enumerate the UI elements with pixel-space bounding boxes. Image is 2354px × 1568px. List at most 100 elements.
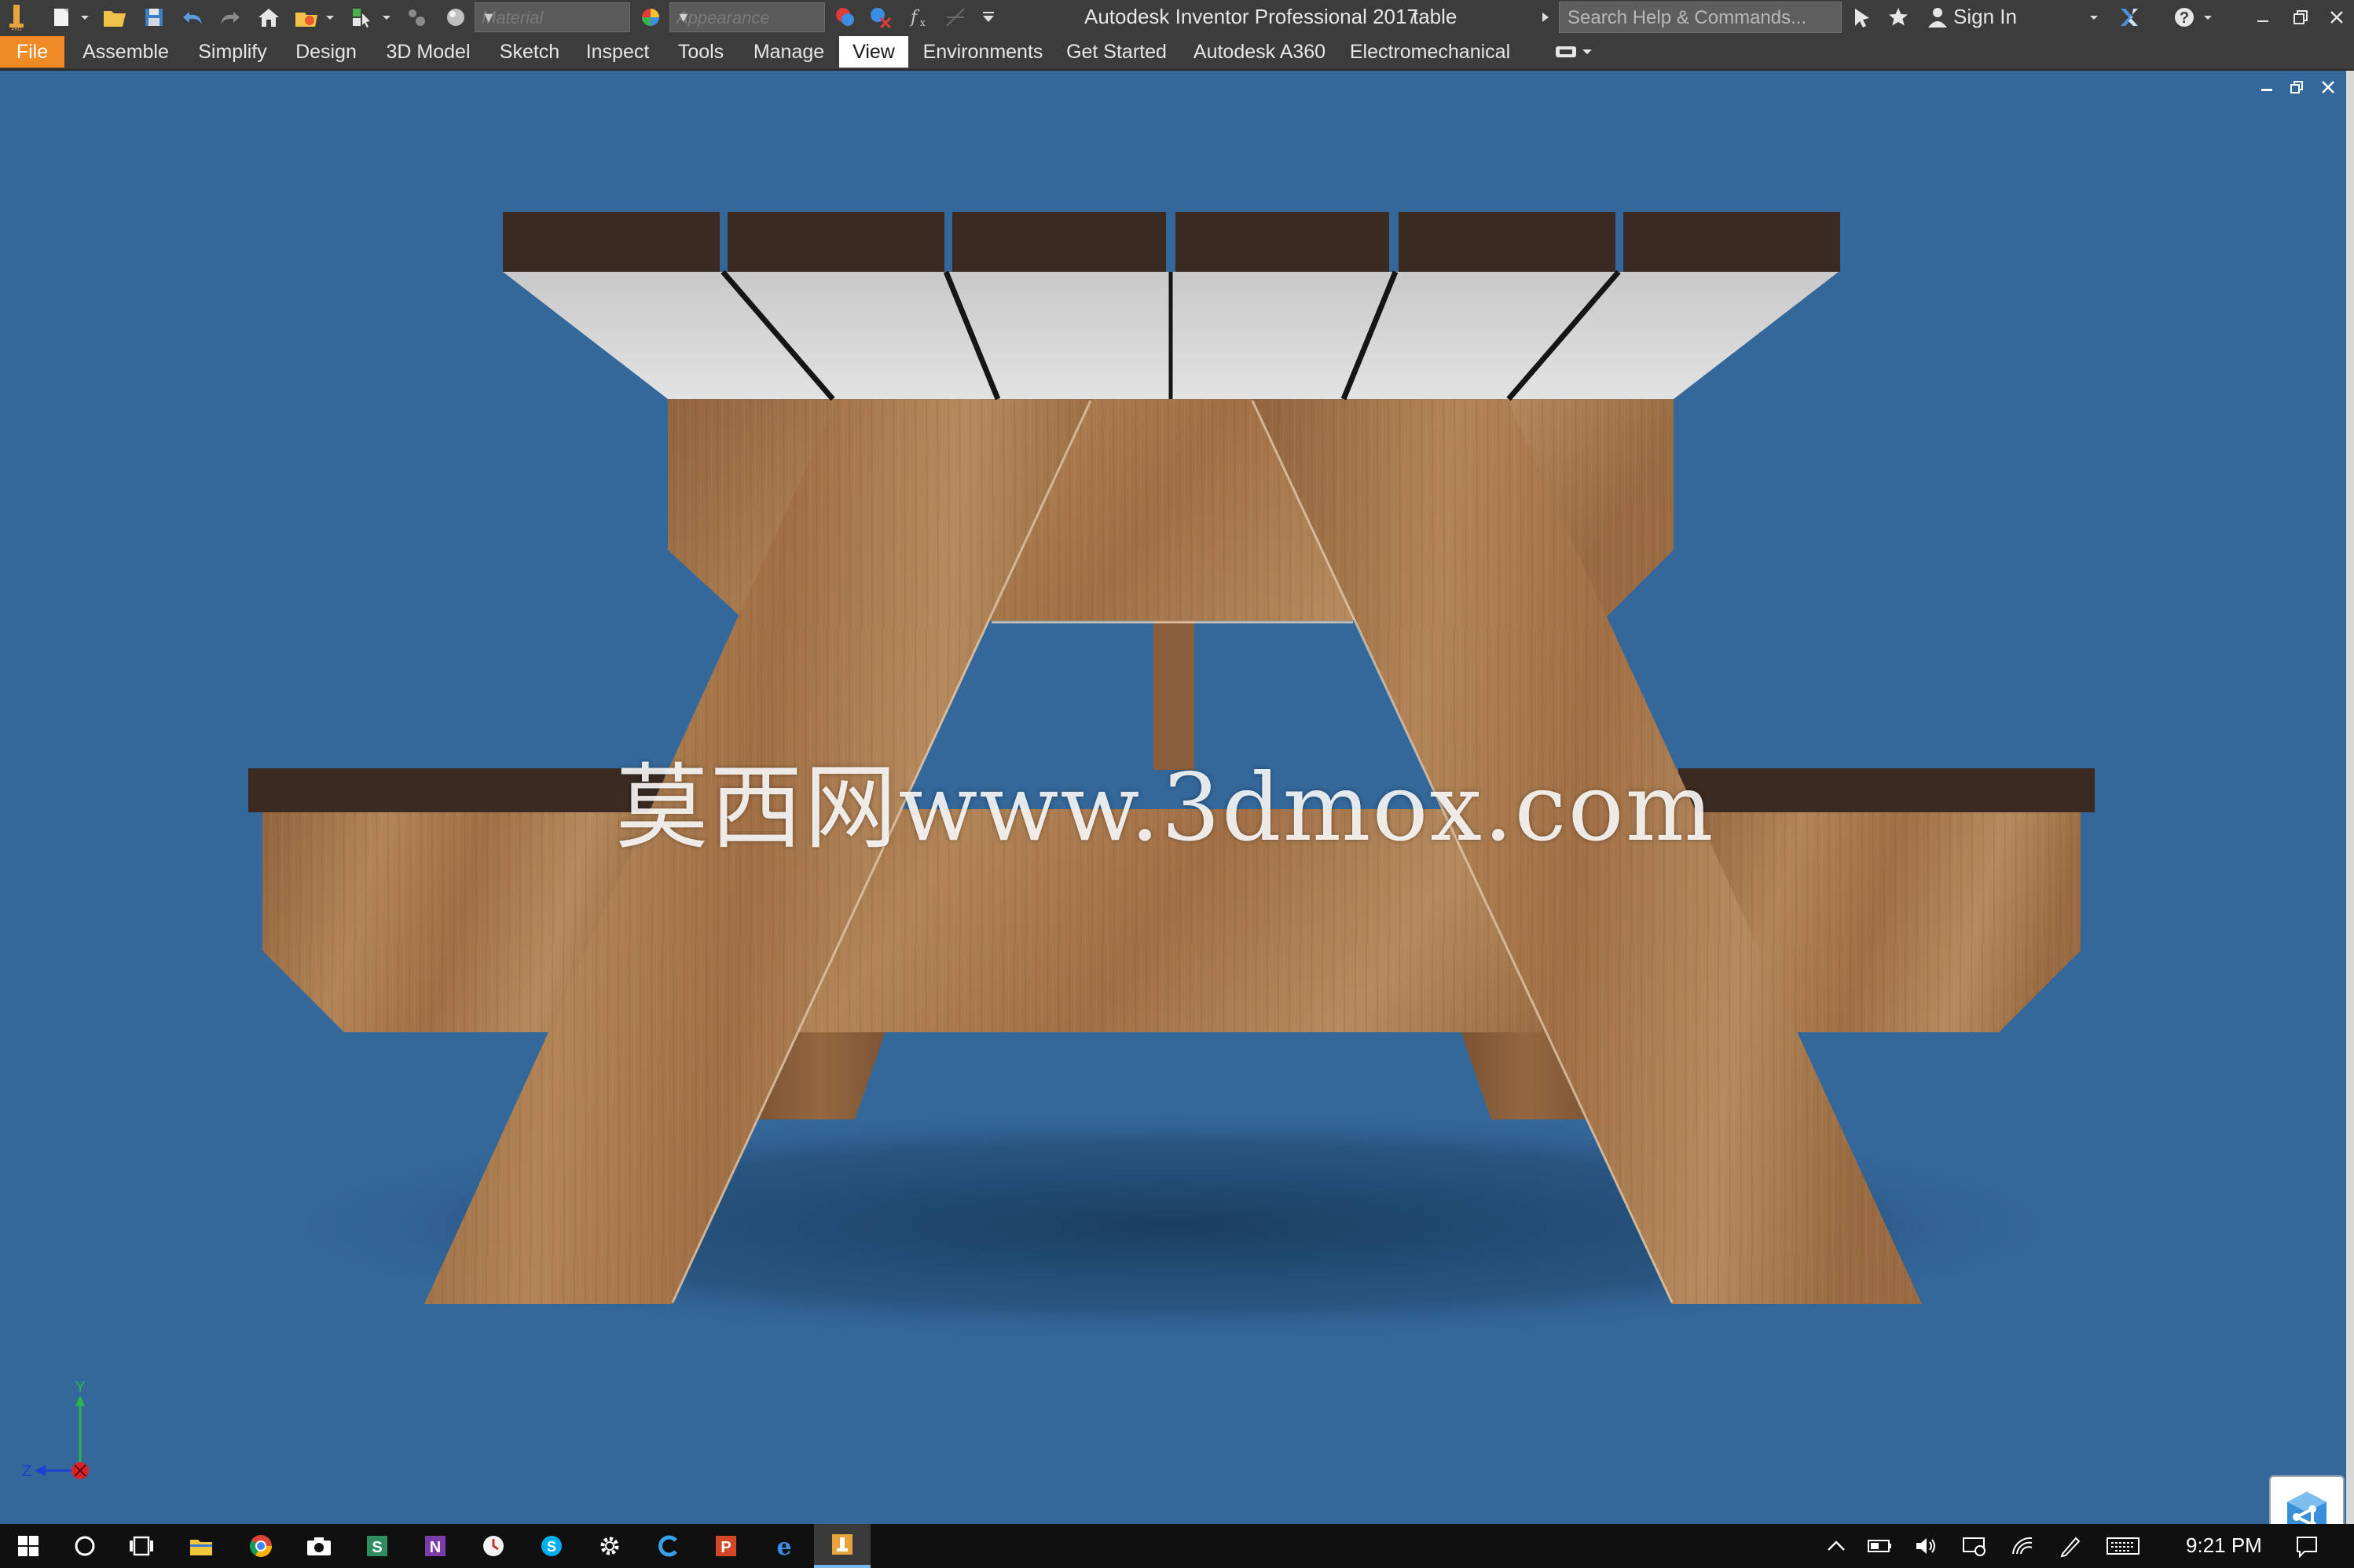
triad-y-label: Y	[75, 1379, 85, 1396]
select-dropdown-chevron-icon[interactable]	[379, 3, 394, 31]
edge-browser-icon[interactable]: e	[756, 1524, 812, 1568]
windows-taskbar: S N S P e 9:21 PM	[0, 1524, 2354, 1568]
cortana-c-app-icon[interactable]	[640, 1524, 696, 1568]
undo-icon[interactable]	[178, 3, 209, 31]
ribbon-display-toggle-icon[interactable]	[1549, 38, 1597, 66]
document-name: table	[1413, 5, 1458, 28]
update-dropdown-chevron-icon[interactable]	[322, 3, 338, 31]
render-sphere-icon[interactable]	[440, 3, 471, 31]
svg-text:S: S	[372, 1539, 382, 1556]
tab-view[interactable]: View	[839, 36, 908, 68]
measure-icon[interactable]	[940, 3, 971, 31]
svg-text:S: S	[547, 1539, 556, 1555]
tab-get-started[interactable]: Get Started	[1058, 36, 1175, 68]
graphics-viewport[interactable]: 莫西网www.3dmox.com Y Z	[0, 71, 2346, 1524]
sway-app-icon[interactable]: S	[349, 1524, 405, 1568]
app-minimize-icon[interactable]	[2249, 3, 2277, 31]
inventor-app-icon[interactable]: PRO	[3, 3, 30, 31]
appearance-color-icon[interactable]	[635, 3, 666, 31]
left-bench-top	[248, 768, 665, 812]
exchange-apps-icon[interactable]	[2114, 3, 2145, 31]
new-dropdown-chevron-icon[interactable]	[77, 3, 93, 31]
plank-6	[1623, 212, 1840, 272]
new-file-icon[interactable]	[46, 3, 77, 31]
tab-tools[interactable]: Tools	[668, 36, 734, 68]
tab-assemble[interactable]: Assemble	[77, 36, 174, 68]
tab-manage[interactable]: Manage	[745, 36, 833, 68]
task-view-icon[interactable]	[113, 1524, 170, 1568]
chrome-icon[interactable]	[233, 1524, 289, 1568]
tab-design[interactable]: Design	[288, 36, 365, 68]
tab-sketch[interactable]: Sketch	[492, 36, 567, 68]
ribbon-tab-bar: File Assemble Simplify Design 3D Model S…	[0, 35, 2354, 71]
pro-badge-text: PRO	[11, 27, 21, 31]
tab-file[interactable]: File	[0, 36, 64, 68]
viewport-scrollbar[interactable]	[2346, 71, 2354, 1524]
clock-app-icon[interactable]	[465, 1524, 522, 1568]
sign-in-dropdown-chevron-icon[interactable]	[2085, 3, 2103, 31]
material-dropdown-chevron-icon[interactable]: ▼	[482, 9, 626, 26]
file-explorer-icon[interactable]	[173, 1524, 229, 1568]
doc-minimize-icon[interactable]	[2255, 75, 2279, 99]
skype-icon[interactable]: S	[523, 1524, 580, 1568]
inventor-taskbar-icon[interactable]	[814, 1524, 871, 1568]
app-restore-icon[interactable]	[2286, 3, 2315, 31]
volume-icon[interactable]	[1908, 1524, 1947, 1568]
user-icon[interactable]	[1922, 3, 1953, 31]
axis-triad-icon: Y Z	[22, 1379, 89, 1480]
battery-icon[interactable]	[1861, 1524, 1900, 1568]
tab-3d-model[interactable]: 3D Model	[376, 36, 481, 68]
powerpoint-icon[interactable]: P	[698, 1524, 754, 1568]
search-placeholder: Search Help & Commands...	[1568, 7, 1807, 28]
redo-icon[interactable]	[214, 3, 245, 31]
browser-icon[interactable]	[401, 3, 432, 31]
doc-close-icon[interactable]	[2316, 75, 2340, 99]
wifi-icon[interactable]	[2004, 1524, 2043, 1568]
subscription-center-icon[interactable]	[1846, 3, 1878, 31]
app-close-icon[interactable]	[2323, 3, 2351, 31]
plank-3	[952, 212, 1166, 272]
home-icon[interactable]	[253, 3, 284, 31]
doc-restore-icon[interactable]	[2285, 75, 2308, 99]
view-cube-home-icon[interactable]	[2269, 1475, 2345, 1524]
open-folder-icon[interactable]	[99, 3, 130, 31]
table-top	[503, 212, 1840, 401]
action-center-icon[interactable]	[2279, 1524, 2335, 1568]
material-combo[interactable]: Material ▼	[475, 2, 630, 32]
appearance-dropdown-chevron-icon[interactable]: ▼	[676, 9, 821, 26]
customize-qat-icon[interactable]	[974, 3, 1003, 31]
parameters-fx-icon[interactable]: fx	[904, 3, 935, 31]
appearance-combo[interactable]: Appearance ▼	[669, 2, 825, 32]
update-icon[interactable]	[291, 3, 322, 31]
tab-inspect[interactable]: Inspect	[578, 36, 657, 68]
tab-environments[interactable]: Environments	[919, 36, 1047, 68]
cortana-search-icon[interactable]	[57, 1524, 113, 1568]
search-expand-arrow-icon[interactable]	[1537, 3, 1554, 31]
touch-keyboard-icon[interactable]	[2099, 1524, 2147, 1568]
select-tool-icon[interactable]	[346, 3, 377, 31]
save-icon[interactable]	[138, 3, 170, 31]
help-icon[interactable]: ?	[2169, 3, 2200, 31]
svg-text:x: x	[920, 17, 926, 28]
camera-app-icon[interactable]	[291, 1524, 347, 1568]
network-display-icon[interactable]	[1955, 1524, 1994, 1568]
show-hidden-icons-chevron-icon[interactable]	[1817, 1524, 1856, 1568]
search-help-input[interactable]: Search Help & Commands...	[1559, 2, 1842, 33]
picnic-table-model[interactable]	[0, 71, 2346, 1524]
pen-workspace-icon[interactable]	[2051, 1524, 2090, 1568]
adjust-appearance-icon[interactable]	[830, 3, 861, 31]
svg-text:e: e	[776, 1534, 791, 1558]
tab-electromechanical[interactable]: Electromechanical	[1344, 36, 1516, 68]
tab-simplify[interactable]: Simplify	[187, 36, 278, 68]
help-dropdown-chevron-icon[interactable]	[2200, 3, 2216, 31]
sign-in-link[interactable]: Sign In	[1953, 5, 2017, 29]
onenote-icon[interactable]: N	[407, 1524, 464, 1568]
tab-autodesk-a360[interactable]: Autodesk A360	[1186, 36, 1333, 68]
settings-gear-icon[interactable]	[581, 1524, 638, 1568]
favorites-star-icon[interactable]	[1883, 3, 1914, 31]
plank-1	[503, 212, 720, 272]
taskbar-clock[interactable]: 9:21 PM	[2186, 1533, 2262, 1558]
clear-appearance-icon[interactable]	[864, 3, 896, 31]
title-bar: PRO Material ▼ Appearance ▼ fx Autodesk …	[0, 0, 2354, 35]
windows-start-icon[interactable]	[0, 1524, 57, 1568]
